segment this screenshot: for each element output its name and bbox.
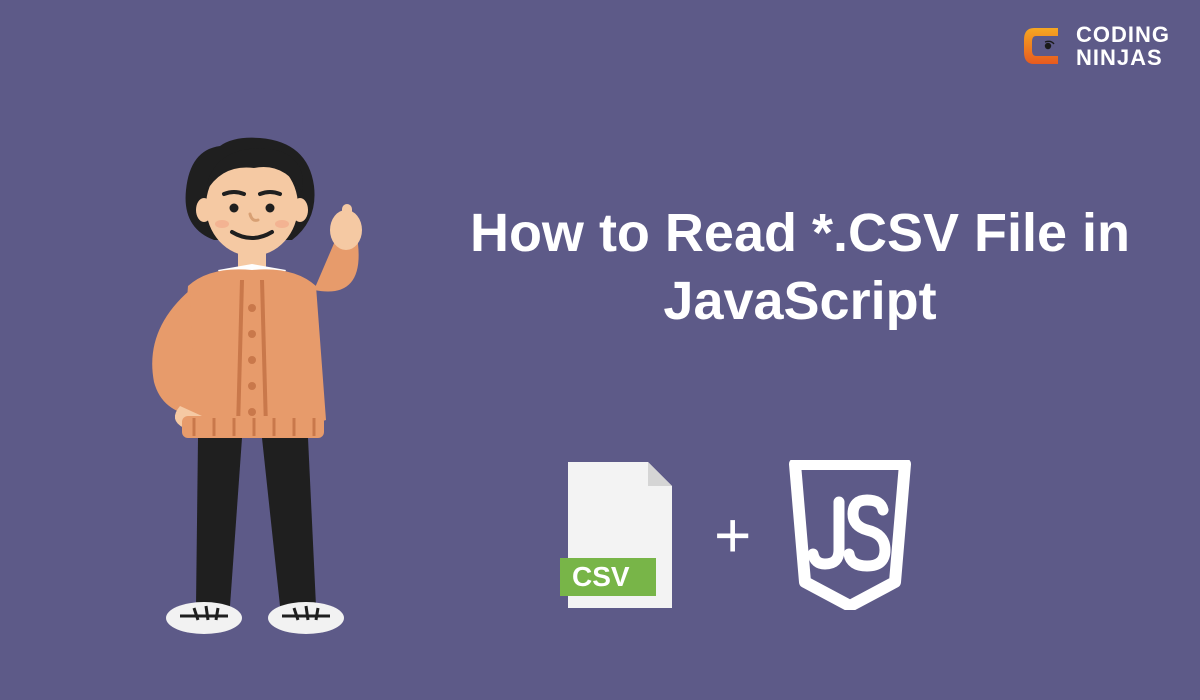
logo-c-icon bbox=[1018, 22, 1066, 70]
person-illustration bbox=[110, 120, 410, 640]
page-title: How to Read *.CSV File in JavaScript bbox=[460, 200, 1140, 335]
logo-line-2: NINJAS bbox=[1076, 46, 1170, 69]
csv-file-icon: CSV bbox=[560, 460, 680, 610]
plus-icon: + bbox=[714, 503, 751, 567]
brand-logo: CODING NINJAS bbox=[1018, 22, 1170, 70]
csv-label: CSV bbox=[572, 561, 630, 592]
logo-line-1: CODING bbox=[1076, 23, 1170, 46]
logo-text: CODING NINJAS bbox=[1076, 23, 1170, 69]
js-shield-icon bbox=[785, 460, 915, 610]
icon-row: CSV + bbox=[560, 460, 915, 610]
